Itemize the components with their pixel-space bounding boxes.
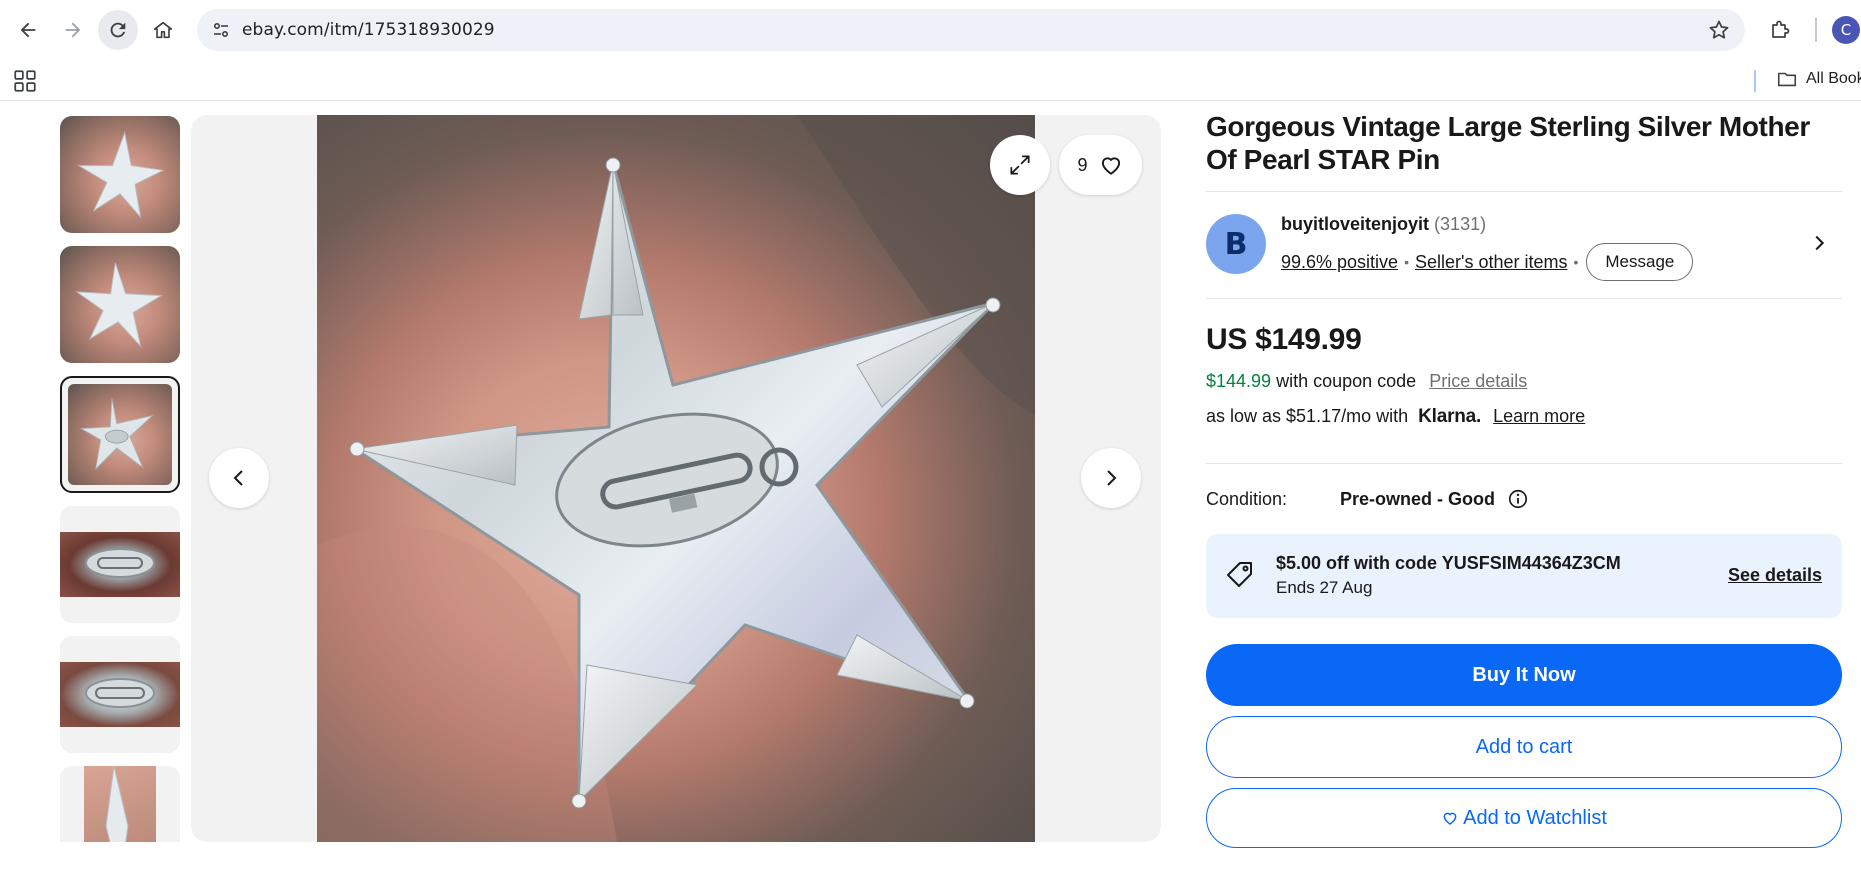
next-image-button[interactable] (1081, 448, 1141, 508)
expand-image-button[interactable] (990, 135, 1050, 195)
back-button[interactable] (8, 10, 48, 50)
condition-label: Condition: (1206, 488, 1288, 509)
price-details-link[interactable]: Price details (1429, 371, 1527, 391)
klarna-financing-line: as low as $51.17/mo with Klarna. Learn m… (1206, 406, 1842, 428)
add-to-watchlist-button[interactable]: Add to Watchlist (1206, 788, 1842, 848)
watchers-heart-button[interactable]: 9 (1059, 135, 1142, 195)
main-image-container: 9 (191, 115, 1161, 842)
watch-count: 9 (1077, 154, 1088, 175)
coupon-see-details-link[interactable]: See details (1728, 565, 1822, 586)
bookmarks-bar: All Bookmarks (0, 60, 1861, 101)
chevron-right-icon[interactable] (1808, 232, 1830, 254)
reload-button[interactable] (98, 10, 138, 50)
seller-positive-feedback-link[interactable]: 99.6% positive (1281, 252, 1398, 273)
coupon-text: with coupon code (1276, 371, 1417, 391)
chevron-left-icon (233, 470, 243, 486)
all-bookmarks-label: All Bookmarks (1806, 70, 1861, 87)
seller-other-items-link[interactable]: Seller's other items (1415, 252, 1568, 273)
chevron-right-icon (1107, 470, 1117, 486)
previous-image-button[interactable] (209, 448, 269, 508)
info-icon[interactable] (1507, 488, 1529, 510)
thumbnail-strip (60, 116, 180, 842)
thumbnail-image (68, 384, 172, 485)
heart-icon (1443, 812, 1457, 825)
apps-grid-icon[interactable] (12, 68, 38, 94)
klarna-text: as low as $51.17/mo with (1206, 406, 1409, 426)
extensions-button[interactable] (1762, 12, 1798, 48)
home-icon (153, 21, 173, 39)
coupon-title: $5.00 off with code YUSFSIM44364Z3CM (1276, 553, 1621, 573)
heart-icon (1101, 157, 1120, 175)
thumbnail-image (60, 116, 180, 233)
thumbnail-3-selected[interactable] (60, 376, 180, 493)
bookmark-star-icon[interactable] (1707, 18, 1731, 42)
thumbnail-4[interactable] (60, 506, 180, 623)
back-arrow-icon (20, 22, 36, 38)
expand-icon (1010, 155, 1030, 175)
seller-card: B buyitloveitenjoyit (3131) 99.6% positi… (1206, 192, 1842, 298)
separator-dot: • (1573, 254, 1579, 270)
thumbnail-2[interactable] (60, 246, 180, 363)
reload-icon (110, 22, 126, 38)
star-pin-illustration (317, 115, 1035, 842)
separator-dot: • (1404, 254, 1409, 270)
coupon-price: $144.99 (1206, 371, 1272, 391)
coupon-price-line: $144.99 with coupon code Price details (1206, 371, 1842, 392)
all-bookmarks-button[interactable]: All Bookmarks (1776, 68, 1861, 90)
klarna-logo: Klarna. (1418, 406, 1482, 427)
url-text[interactable]: ebay.com/itm/175318930029 (242, 20, 495, 40)
price-tag-icon (1227, 562, 1252, 587)
message-seller-button[interactable]: Message (1586, 243, 1694, 281)
coupon-expiry: Ends 27 Aug (1276, 578, 1373, 597)
forward-arrow-icon (65, 22, 81, 38)
price-section: US $149.99 $144.99 with coupon code Pric… (1206, 299, 1842, 463)
seller-name-link[interactable]: buyitloveitenjoyit (1281, 214, 1429, 234)
thumbnail-image (60, 246, 180, 363)
puzzle-icon (1772, 20, 1790, 38)
thumbnail-image (60, 532, 180, 597)
add-to-cart-button[interactable]: Add to cart (1206, 716, 1842, 778)
add-to-watchlist-label: Add to Watchlist (1463, 806, 1607, 829)
item-title: Gorgeous Vintage Large Sterling Silver M… (1206, 111, 1810, 175)
thumbnail-6[interactable] (60, 766, 180, 842)
klarna-learn-more-link[interactable]: Learn more (1493, 406, 1585, 427)
browser-toolbar: ebay.com/itm/175318930029 C (0, 0, 1861, 60)
site-info-icon[interactable] (205, 14, 237, 46)
seller-links: 99.6% positive • Seller's other items • … (1281, 243, 1694, 281)
main-product-image[interactable] (317, 115, 1035, 842)
home-button[interactable] (143, 10, 183, 50)
condition-row: Condition: Pre-owned - Good (1206, 464, 1842, 534)
seller-avatar[interactable]: B (1206, 214, 1266, 274)
toolbar-divider (1815, 18, 1817, 42)
folder-icon (1777, 72, 1797, 87)
profile-avatar[interactable]: C (1832, 16, 1860, 44)
item-price: US $149.99 (1206, 323, 1362, 356)
thumbnail-5[interactable] (60, 636, 180, 753)
item-details-panel: Gorgeous Vintage Large Sterling Silver M… (1206, 110, 1842, 848)
coupon-promo-banner: $5.00 off with code YUSFSIM44364Z3CM End… (1206, 534, 1842, 618)
seller-name-line: buyitloveitenjoyit (3131) (1281, 214, 1486, 235)
address-bar[interactable]: ebay.com/itm/175318930029 (197, 9, 1745, 51)
forward-button[interactable] (53, 10, 93, 50)
thumbnail-1[interactable] (60, 116, 180, 233)
thumbnail-image (60, 662, 180, 727)
thumbnail-image (84, 766, 156, 842)
condition-value: Pre-owned - Good (1340, 488, 1495, 509)
bookmarks-divider (1754, 70, 1756, 92)
seller-feedback-count: (3131) (1434, 214, 1487, 234)
buy-it-now-button[interactable]: Buy It Now (1206, 644, 1842, 706)
